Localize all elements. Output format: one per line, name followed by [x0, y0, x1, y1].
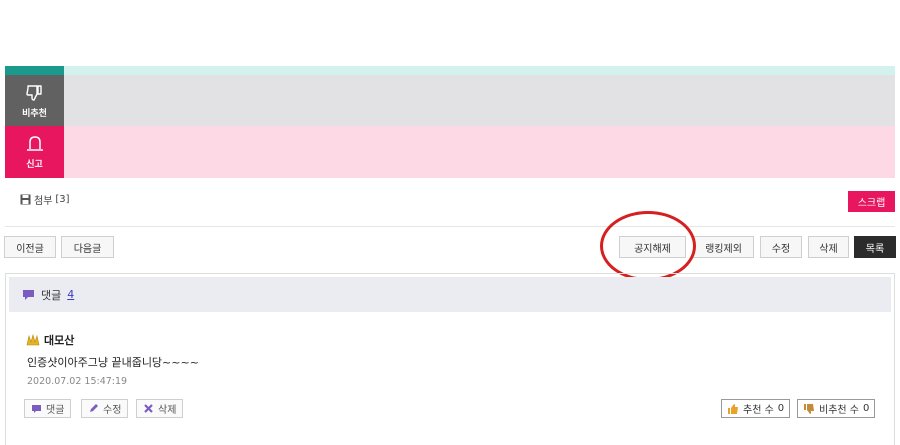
comments-header: 댓글 4 [9, 277, 891, 312]
comment-reply-button[interactable]: 댓글 [24, 399, 72, 418]
dislike-bar [64, 75, 895, 126]
recommend-tile[interactable] [5, 66, 64, 75]
comment-like-label: 추천 수 [743, 405, 774, 416]
recommend-strip[interactable] [5, 66, 895, 75]
list-button[interactable]: 목록 [854, 236, 896, 258]
level-badge-icon [26, 334, 40, 346]
next-post-button[interactable]: 다음글 [61, 236, 114, 258]
siren-icon [26, 136, 43, 151]
dislike-label: 비추천 [22, 108, 47, 119]
comment-text: 인증샷이아주그냥 끝내줍니당~~~~ [27, 356, 199, 369]
delete-x-icon [144, 404, 153, 413]
dislike-strip[interactable]: 비추천 [5, 75, 895, 126]
exclude-ranking-button[interactable]: 랭킹제외 [693, 236, 754, 258]
report-label: 신고 [26, 160, 43, 170]
comment-like-button[interactable]: 추천 수 0 [721, 399, 791, 418]
report-bar [64, 126, 895, 178]
scrap-button[interactable]: 스크랩 [848, 191, 895, 212]
comment-dislike-count: 0 [862, 403, 870, 414]
comment-edit-label: 수정 [103, 405, 122, 416]
comments-section: 댓글 4 대모산 인증샷이아주그냥 끝내줍니당~~~~ 2020.07.02 1… [5, 273, 895, 445]
prev-post-button[interactable]: 이전글 [4, 236, 56, 258]
attachment-link[interactable]: 첨부 [3] [20, 192, 70, 207]
comment-reply-label: 댓글 [46, 405, 65, 416]
divider [5, 226, 895, 227]
comment-date: 2020.07.02 15:47:19 [27, 376, 128, 387]
delete-post-button[interactable]: 삭제 [808, 236, 849, 258]
report-button[interactable]: 신고 [5, 126, 64, 178]
comment-author-name: 대모산 [44, 334, 75, 347]
unpin-notice-button[interactable]: 공지해제 [619, 236, 686, 258]
thumbs-down-icon [25, 84, 42, 101]
speech-bubble-icon [23, 289, 34, 300]
comment-edit-button[interactable]: 수정 [81, 399, 129, 418]
comments-count[interactable]: 4 [67, 288, 74, 301]
comment-delete-label: 삭제 [158, 405, 177, 416]
thumbs-down-icon [804, 403, 814, 414]
thumbs-up-icon [728, 403, 738, 414]
edit-post-button[interactable]: 수정 [760, 236, 802, 258]
comment-dislike-label: 비추천 수 [819, 405, 859, 416]
attachment-label: 첨부 [34, 196, 53, 207]
comment-delete-button[interactable]: 삭제 [136, 399, 184, 418]
recommend-bar [64, 66, 895, 75]
comment-dislike-button[interactable]: 비추천 수 0 [797, 399, 876, 418]
dislike-button[interactable]: 비추천 [5, 75, 64, 126]
speech-bubble-icon [32, 404, 41, 413]
report-strip[interactable]: 신고 [5, 126, 895, 178]
pencil-icon [90, 404, 98, 412]
attachment-count: [3] [55, 194, 70, 205]
comment-like-count: 0 [777, 403, 785, 414]
comments-title: 댓글 [41, 288, 62, 302]
comment-author[interactable]: 대모산 [26, 332, 74, 348]
floppy-disk-icon [20, 194, 31, 205]
